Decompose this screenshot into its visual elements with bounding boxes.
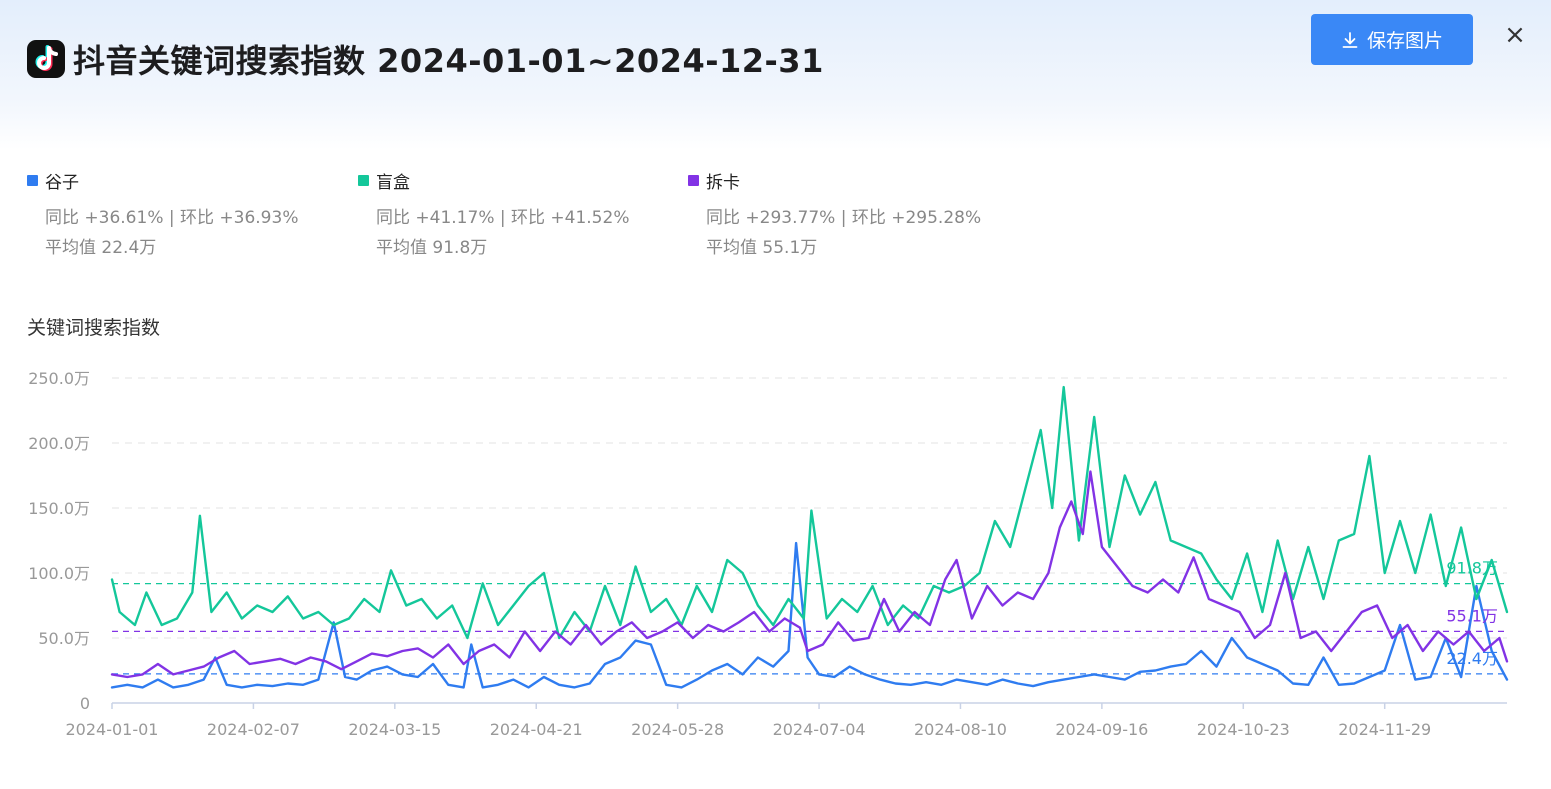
x-tick-label: 2024-03-15 bbox=[348, 720, 441, 739]
average-label: 91.8万 bbox=[1446, 559, 1498, 578]
x-tick-label: 2024-08-10 bbox=[914, 720, 1007, 739]
line-chart: 0 50.0万 100.0万 150.0万 200.0万 250.0万 2024-01-01… bbox=[28, 369, 1509, 739]
x-tick-label: 2024-02-07 bbox=[207, 720, 300, 739]
average-label: 22.4万 bbox=[1446, 649, 1498, 668]
y-tick-label: 50.0万 bbox=[38, 629, 90, 648]
y-tick-label: 100.0万 bbox=[28, 564, 90, 583]
x-tick-label: 2024-07-04 bbox=[773, 720, 866, 739]
x-tick-label: 2024-05-28 bbox=[631, 720, 724, 739]
x-tick-label: 2024-09-16 bbox=[1055, 720, 1148, 739]
series-line[interactable] bbox=[110, 470, 1509, 679]
x-tick-label: 2024-04-21 bbox=[490, 720, 583, 739]
x-tick-label: 2024-10-23 bbox=[1197, 720, 1290, 739]
y-tick-label: 200.0万 bbox=[28, 434, 90, 453]
series-line[interactable] bbox=[110, 385, 1509, 640]
average-label: 55.1万 bbox=[1446, 606, 1498, 625]
y-tick-label: 250.0万 bbox=[28, 369, 90, 388]
x-tick-label: 2024-11-29 bbox=[1338, 720, 1431, 739]
y-tick-label: 150.0万 bbox=[28, 499, 90, 518]
y-tick-label: 0 bbox=[80, 694, 90, 713]
x-tick-label: 2024-01-01 bbox=[66, 720, 159, 739]
